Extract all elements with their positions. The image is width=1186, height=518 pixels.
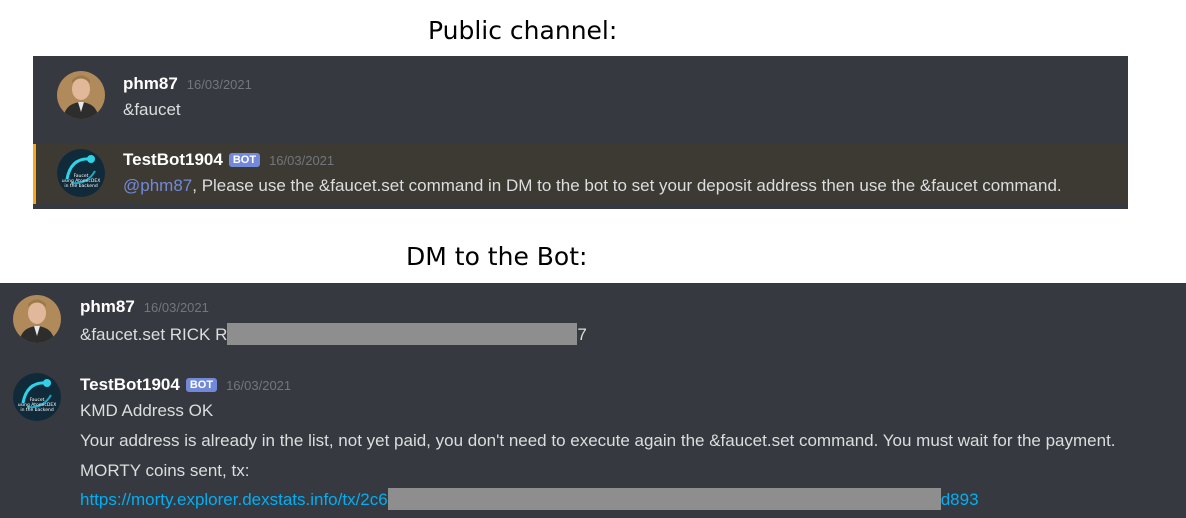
username[interactable]: phm87: [123, 74, 178, 94]
message-header: TestBot1904 BOT 16/03/2021: [80, 375, 291, 395]
message-text: @phm87, Please use the &faucet.set comma…: [123, 176, 1062, 196]
user-mention[interactable]: @phm87: [123, 176, 192, 195]
message-body: , Please use the &faucet.set command in …: [192, 176, 1062, 195]
message-line-3: MORTY coins sent, tx:: [80, 461, 250, 480]
timestamp: 16/03/2021: [186, 77, 252, 92]
user-avatar[interactable]: [57, 71, 105, 119]
avatar-caption-3: in the backend: [20, 407, 54, 413]
tx-link[interactable]: https://morty.explorer.dexstats.info/tx/…: [80, 488, 979, 510]
public-channel-panel: phm87 16/03/2021 &faucet Faucet using At…: [33, 56, 1128, 209]
message-line-1: KMD Address OK: [80, 401, 214, 420]
dm-heading: DM to the Bot:: [406, 242, 588, 271]
dm-panel: phm87 16/03/2021 &faucet.set RICK R 7 Fau…: [0, 283, 1186, 518]
timestamp: 16/03/2021: [226, 378, 292, 393]
message-line-2: Your address is already in the list, not…: [80, 431, 1116, 450]
tx-link-suffix[interactable]: d893: [941, 490, 979, 509]
avatar-caption-3: in the backend: [64, 183, 98, 189]
message-header: phm87 16/03/2021: [123, 74, 252, 94]
command-text: &faucet.set RICK R: [80, 325, 228, 344]
public-channel-heading: Public channel:: [428, 16, 618, 45]
username[interactable]: phm87: [80, 297, 135, 317]
bot-badge: BOT: [228, 153, 261, 167]
username[interactable]: TestBot1904: [80, 375, 180, 395]
message-testbot-mention: Faucet using AtomicDEX in the backend Te…: [33, 144, 1128, 204]
redacted-tx-hash: [387, 488, 941, 510]
username[interactable]: TestBot1904: [123, 150, 223, 170]
timestamp: 16/03/2021: [143, 300, 209, 315]
bot-badge: BOT: [185, 378, 218, 392]
command-suffix: 7: [577, 325, 587, 344]
message-header: TestBot1904 BOT 16/03/2021: [123, 150, 334, 170]
message-text: &faucet: [123, 100, 181, 119]
redacted-address: [227, 323, 578, 345]
message-phm87: phm87 16/03/2021 &faucet.set RICK R 7: [0, 283, 1186, 363]
message-testbot-reply: Faucet using AtomicDEX in the backend Te…: [0, 363, 1186, 518]
user-avatar[interactable]: [13, 295, 61, 343]
bot-avatar[interactable]: Faucet using AtomicDEX in the backend: [13, 373, 61, 421]
bot-avatar[interactable]: Faucet using AtomicDEX in the backend: [57, 149, 105, 197]
timestamp: 16/03/2021: [269, 153, 335, 168]
message-text: &faucet.set RICK R 7: [80, 323, 587, 345]
tx-link-prefix[interactable]: https://morty.explorer.dexstats.info/tx/…: [80, 490, 388, 509]
message-phm87: phm87 16/03/2021 &faucet: [33, 56, 1128, 144]
message-header: phm87 16/03/2021: [80, 297, 209, 317]
